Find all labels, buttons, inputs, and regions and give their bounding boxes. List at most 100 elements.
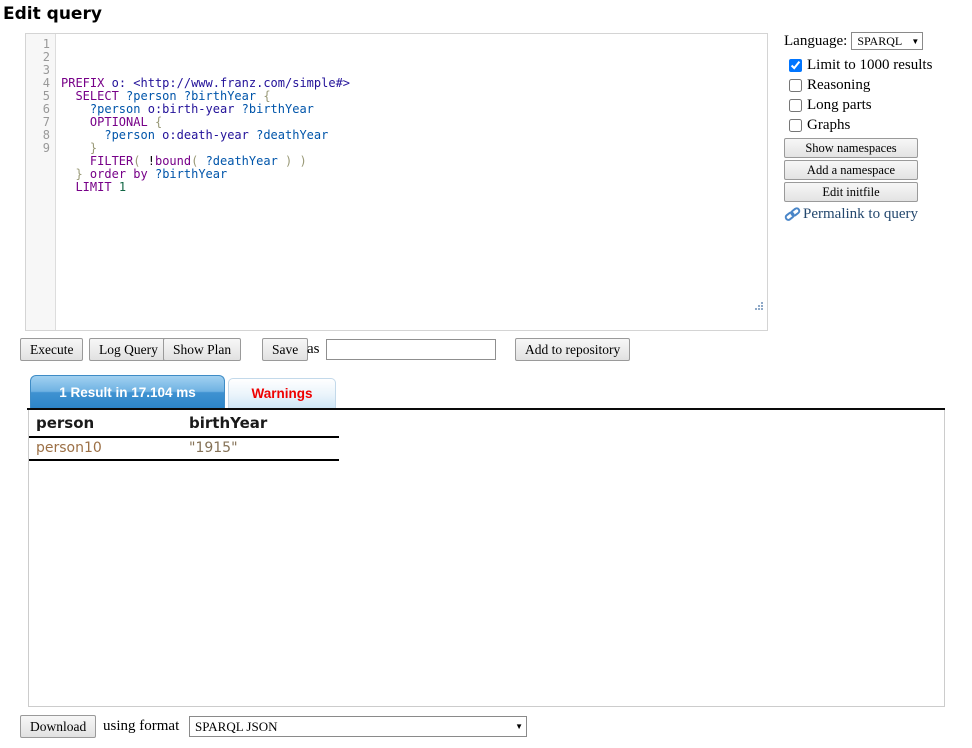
code-token [61, 180, 75, 194]
code-token: 1 [119, 180, 126, 194]
code-token [61, 115, 90, 129]
code-token: ?birthYear [242, 102, 314, 116]
result-literal-cell: "1915" [182, 437, 339, 460]
code-token: o:death-year [162, 128, 249, 142]
code-line[interactable]: ?person o:birth-year ?birthYear [61, 103, 767, 116]
option-checkbox[interactable] [789, 79, 802, 92]
results-table-body: person10"1915" [29, 437, 339, 460]
code-token: ?person [126, 89, 177, 103]
options-checkboxes: Limit to 1000 results Reasoning Long parts… [784, 55, 944, 135]
code-token [61, 154, 90, 168]
code-line[interactable]: ?person o:death-year ?deathYear [61, 129, 767, 142]
option-checkbox-row: Long parts [784, 95, 944, 115]
result-resource-cell[interactable]: person10 [29, 437, 182, 460]
code-token [141, 154, 148, 168]
language-label: Language: [784, 33, 847, 50]
table-row: person10"1915" [29, 437, 339, 460]
code-token: LIMIT [75, 180, 111, 194]
column-header: person [29, 412, 182, 437]
editor-gutter: 123456789 [26, 34, 56, 330]
code-token: o: [112, 76, 126, 90]
option-checkbox-label: Long parts [807, 97, 872, 114]
editor-code[interactable]: PREFIX o: <http://www.franz.com/simple#>… [56, 34, 767, 330]
option-checkbox-label: Limit to 1000 results [807, 57, 932, 74]
page-title: Edit query [3, 4, 102, 24]
code-token: SELECT [75, 89, 118, 103]
option-checkbox-row: Limit to 1000 results [784, 55, 944, 75]
code-token [148, 115, 155, 129]
line-number: 9 [26, 142, 50, 155]
save-as-label: as [307, 341, 320, 358]
add-a-namespace-button[interactable]: Add a namespace [784, 160, 918, 180]
code-token: ?birthYear [184, 89, 256, 103]
code-token [119, 89, 126, 103]
format-select[interactable]: SPARQL JSON ▼ [189, 716, 527, 737]
column-header: birthYear [182, 412, 339, 437]
code-token: ?person [90, 102, 141, 116]
code-token: ?person [104, 128, 155, 142]
code-token [83, 167, 90, 181]
code-token: ( [133, 154, 140, 168]
option-checkbox-label: Graphs [807, 117, 850, 134]
code-token: <http://www.franz.com/simple#> [133, 76, 350, 90]
option-checkbox[interactable] [789, 59, 802, 72]
code-token: ?deathYear [256, 128, 328, 142]
code-token [61, 128, 104, 142]
code-token [61, 167, 75, 181]
code-token: bound [155, 154, 191, 168]
tab-results[interactable]: 1 Result in 17.104 ms [30, 375, 225, 408]
option-checkbox[interactable] [789, 99, 802, 112]
code-line[interactable]: LIMIT 1 [61, 181, 767, 194]
chevron-down-icon: ▼ [515, 722, 523, 731]
code-token [61, 102, 90, 116]
code-token [292, 154, 299, 168]
code-token: { [155, 115, 162, 129]
save-name-input[interactable] [326, 339, 496, 360]
code-token: ?deathYear [206, 154, 278, 168]
options-buttons: Show namespacesAdd a namespaceEdit initf… [784, 138, 944, 202]
code-token [112, 180, 119, 194]
format-select-value: SPARQL JSON [195, 719, 278, 735]
results-table-head-row: personbirthYear [29, 412, 339, 437]
code-token: order [90, 167, 126, 181]
code-token: } [90, 141, 97, 155]
results-panel: personbirthYear person10"1915" [28, 410, 945, 707]
resize-grip-icon[interactable] [695, 287, 764, 327]
download-button[interactable]: Download [20, 715, 96, 738]
code-token [140, 102, 147, 116]
option-checkbox[interactable] [789, 119, 802, 132]
download-bar: Download using format SPARQL JSON ▼ [0, 715, 972, 741]
permalink-link[interactable]: Permalink to query [784, 206, 944, 223]
language-select[interactable]: SPARQL ▼ [851, 32, 923, 50]
show-plan-button[interactable]: Show Plan [163, 338, 241, 361]
tab-warnings[interactable]: Warnings [228, 378, 336, 408]
results-tabs: 1 Result in 17.104 msWarnings [30, 375, 336, 408]
query-editor[interactable]: 123456789 PREFIX o: <http://www.franz.co… [25, 33, 768, 331]
code-token: o:birth-year [148, 102, 235, 116]
log-query-button[interactable]: Log Query [89, 338, 168, 361]
edit-initfile-button[interactable]: Edit initfile [784, 182, 918, 202]
show-namespaces-button[interactable]: Show namespaces [784, 138, 918, 158]
using-format-label: using format [103, 718, 179, 735]
permalink-label: Permalink to query [803, 206, 918, 223]
code-line[interactable]: } order by ?birthYear [61, 168, 767, 181]
option-checkbox-row: Reasoning [784, 75, 944, 95]
option-checkbox-label: Reasoning [807, 77, 870, 94]
code-token: PREFIX [61, 76, 104, 90]
code-token: } [75, 167, 82, 181]
code-token [61, 89, 75, 103]
query-toolbar: Execute Log Query Show Plan Save as Add … [0, 338, 972, 362]
add-to-repository-button[interactable]: Add to repository [515, 338, 630, 361]
options-panel: Language: SPARQL ▼ Limit to 1000 results… [784, 31, 944, 223]
save-button[interactable]: Save [262, 338, 308, 361]
option-checkbox-row: Graphs [784, 115, 944, 135]
code-token: ) [300, 154, 307, 168]
code-token [61, 141, 90, 155]
edit-query-page: Edit query 123456789 PREFIX o: <http://w… [0, 0, 972, 748]
code-token [104, 76, 111, 90]
code-token [234, 102, 241, 116]
execute-button[interactable]: Execute [20, 338, 83, 361]
chevron-down-icon: ▼ [911, 37, 919, 46]
code-token: { [263, 89, 270, 103]
language-select-value: SPARQL [857, 34, 902, 49]
